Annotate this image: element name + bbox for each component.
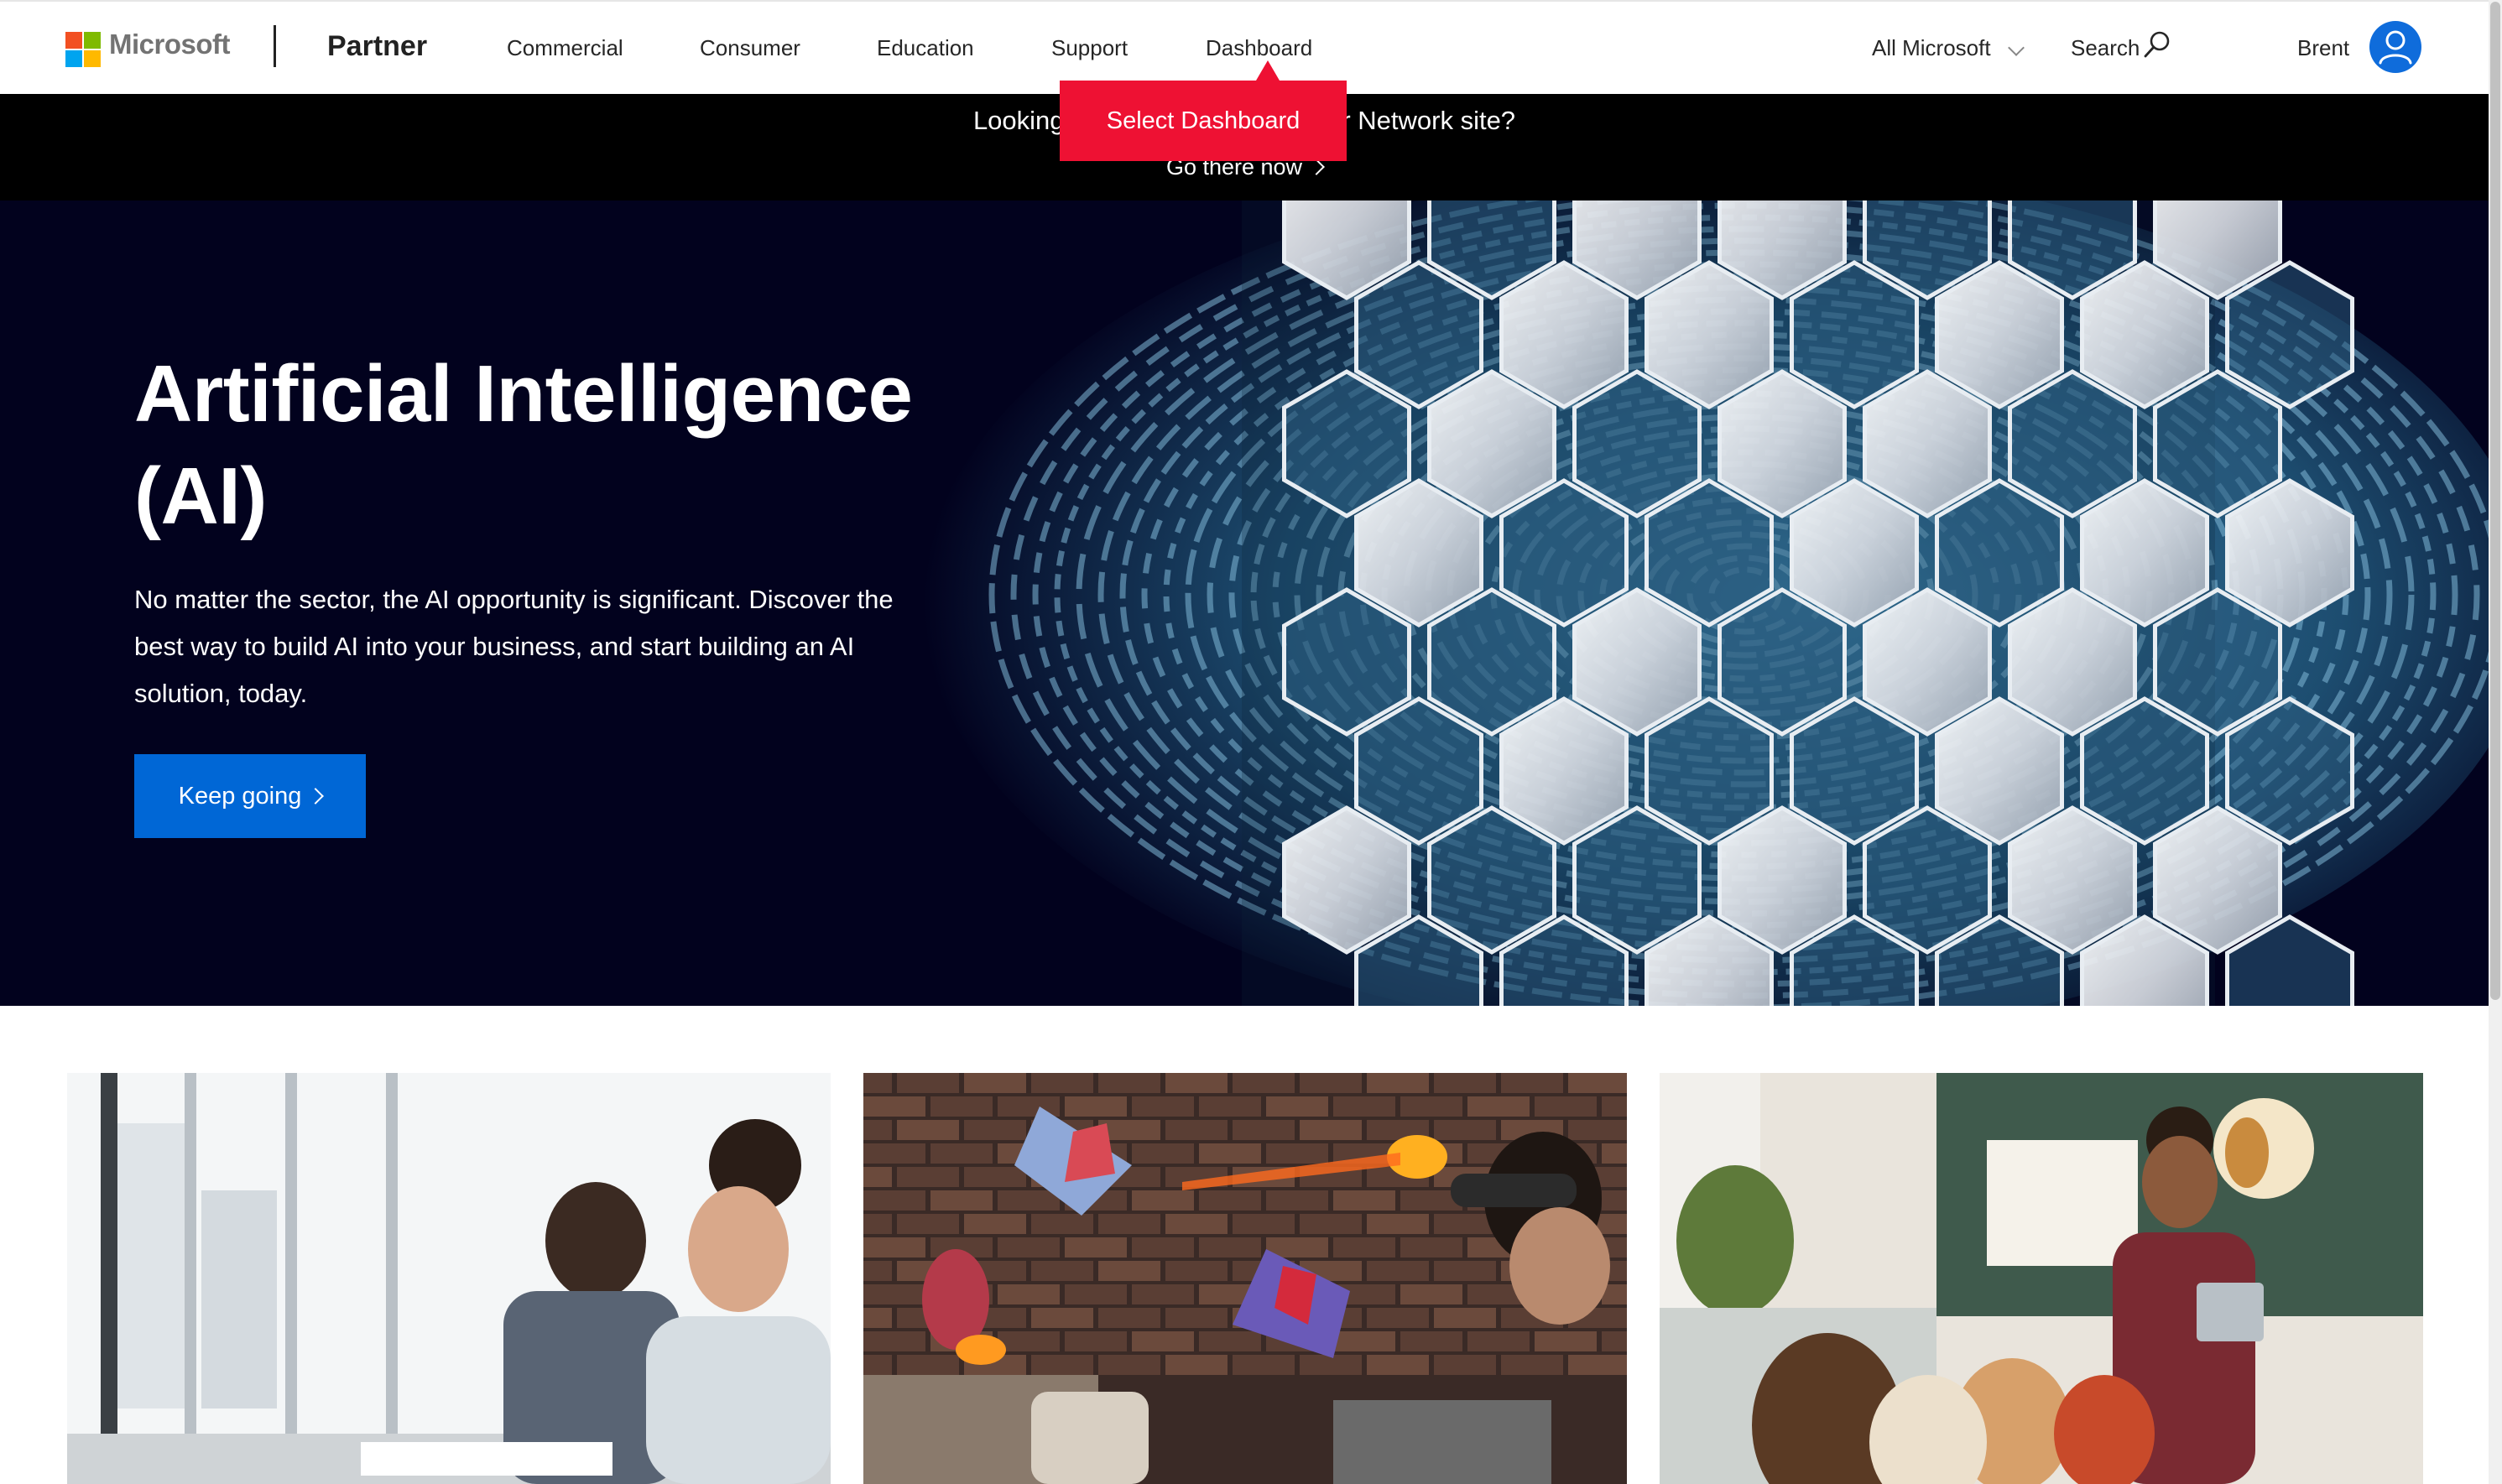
nav-link-support[interactable]: Support xyxy=(1051,35,1128,61)
nav-link-dashboard[interactable]: Dashboard xyxy=(1206,35,1312,61)
keep-going-label: Keep going xyxy=(178,783,302,810)
microsoft-wordmark[interactable]: Microsoft xyxy=(109,29,231,60)
chevron-right-icon xyxy=(1308,159,1325,175)
microsoft-logo-icon[interactable] xyxy=(65,32,101,67)
nav-link-education[interactable]: Education xyxy=(877,35,974,61)
select-dashboard-tooltip: Select Dashboard xyxy=(1060,60,1347,161)
page-scrollbar[interactable] xyxy=(2489,0,2502,1484)
chevron-right-icon xyxy=(307,788,325,804)
chevron-down-icon[interactable] xyxy=(2008,39,2025,56)
user-avatar-icon[interactable] xyxy=(2369,21,2421,73)
hero-title: Artificial Intelligence (AI) xyxy=(134,349,913,541)
nav-link-consumer[interactable]: Consumer xyxy=(700,35,800,61)
nav-divider xyxy=(274,25,276,67)
hero-description: No matter the sector, the AI opportunity… xyxy=(134,585,894,708)
hero-banner: Artificial Intelligence (AI) No matter t… xyxy=(0,200,2489,1006)
site-title[interactable]: Partner xyxy=(327,30,427,63)
search-button-label[interactable]: Search xyxy=(2071,35,2140,61)
fingerprint-hexagon-image xyxy=(923,200,2489,1006)
all-microsoft-menu[interactable]: All Microsoft xyxy=(1872,35,1991,61)
card-classroom-image[interactable] xyxy=(1660,1073,2423,1484)
user-name[interactable]: Brent xyxy=(2297,35,2349,61)
nav-link-commercial[interactable]: Commercial xyxy=(507,35,623,61)
card-business-meeting-image[interactable] xyxy=(67,1073,831,1484)
card-mixed-reality-image[interactable] xyxy=(863,1073,1627,1484)
scrollbar-thumb[interactable] xyxy=(2490,2,2500,1000)
search-icon[interactable] xyxy=(2143,30,2171,59)
keep-going-button[interactable]: Keep going xyxy=(134,754,366,838)
